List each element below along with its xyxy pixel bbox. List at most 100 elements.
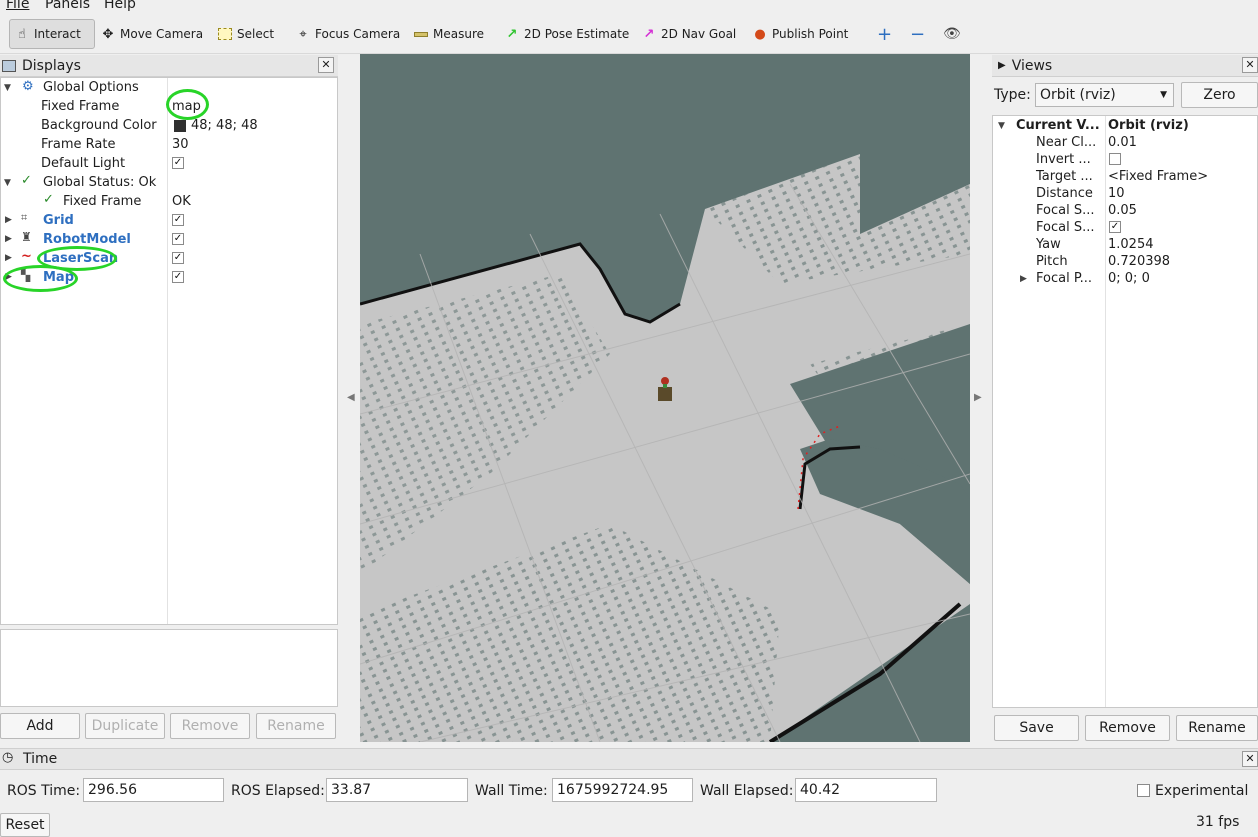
toolbar: ☝ Interact ✥ Move Camera Select ⌖ Focus Cam…: [0, 14, 1258, 54]
column-divider: [167, 78, 168, 624]
ros-elapsed-field[interactable]: 33.87: [326, 778, 468, 802]
wall-time-label: Wall Time:: [475, 783, 548, 799]
views-panel-header: ▶ Views ✕: [992, 55, 1258, 77]
remove-view-button[interactable]: Remove: [1085, 715, 1170, 741]
camera-icon: ▶: [998, 60, 1006, 71]
views-close-button[interactable]: ✕: [1242, 57, 1258, 73]
ruler-icon: [414, 31, 428, 37]
view-type-label: Type:: [994, 87, 1031, 103]
checkmark-icon: ✓: [21, 173, 32, 188]
background-color-label: Background Color: [41, 118, 157, 133]
magenta-arrow-icon: ↗: [643, 26, 655, 42]
eye-icon[interactable]: 👁: [938, 19, 966, 49]
displays-close-button[interactable]: ✕: [318, 57, 334, 73]
column-divider: [1105, 116, 1106, 707]
focus-camera-label: Focus Camera: [315, 27, 401, 41]
checkmark-icon: ✓: [43, 192, 54, 207]
ros-elapsed-label: ROS Elapsed:: [231, 783, 325, 799]
global-status-item[interactable]: Global Status: Ok: [43, 173, 156, 192]
map-highlight-circle: [3, 265, 78, 292]
collapse-arrow-icon[interactable]: ▶: [5, 234, 12, 244]
zero-button[interactable]: Zero: [1181, 82, 1258, 108]
view-type-select[interactable]: Orbit (rviz) ▼: [1035, 83, 1174, 107]
focal-shape-size-value[interactable]: 0.05: [1108, 201, 1137, 220]
collapse-arrow-icon[interactable]: ▶: [5, 215, 12, 225]
interact-label: Interact: [34, 27, 81, 41]
experimental-label: Experimental: [1155, 783, 1249, 799]
pose-estimate-label: 2D Pose Estimate: [524, 27, 630, 41]
select-rect-icon: [218, 28, 232, 40]
display-description-box: [0, 629, 338, 707]
rename-display-button[interactable]: Rename: [256, 713, 336, 739]
add-tool-icon[interactable]: +: [872, 19, 897, 49]
focal-point-value[interactable]: 0; 0; 0: [1108, 269, 1150, 288]
monitor-icon: [2, 59, 16, 72]
status-fixed-frame-label: Fixed Frame: [63, 194, 142, 209]
color-swatch[interactable]: [174, 120, 186, 132]
save-view-button[interactable]: Save: [994, 715, 1079, 741]
background-color-value[interactable]: 48; 48; 48: [191, 116, 258, 135]
ros-time-label: ROS Time:: [7, 783, 81, 799]
grid-icon: ⌗: [21, 211, 28, 224]
focal-shape-fixed-checkbox[interactable]: ✓: [1109, 221, 1121, 233]
frame-rate-value[interactable]: 30: [172, 135, 189, 154]
measure-button[interactable]: Measure: [409, 19, 489, 49]
ros-time-field[interactable]: 296.56: [83, 778, 224, 802]
time-panel-header: ◷ Time ✕: [0, 748, 1258, 770]
remove-display-button[interactable]: Remove: [170, 713, 250, 739]
global-options-item[interactable]: Global Options: [43, 78, 139, 97]
views-title: Views: [1011, 57, 1053, 74]
select-label: Select: [237, 27, 275, 41]
measure-label: Measure: [433, 27, 484, 41]
menu-bar: File Panels Help: [0, 0, 1258, 14]
pose-estimate-button[interactable]: ↗ 2D Pose Estimate: [500, 19, 634, 49]
collapse-right-icon[interactable]: ▶: [974, 392, 982, 403]
nav-goal-button[interactable]: ↗ 2D Nav Goal: [637, 19, 741, 49]
fixed-frame-label: Fixed Frame: [41, 99, 120, 114]
gear-icon: ⚙: [22, 79, 34, 94]
menu-help[interactable]: Help: [104, 0, 136, 12]
grid-display-item[interactable]: Grid: [43, 211, 74, 230]
laser-scan-icon: ~: [21, 249, 32, 264]
status-fixed-frame-value: OK: [172, 194, 191, 209]
menu-panels[interactable]: Panels: [45, 0, 90, 12]
default-light-label: Default Light: [41, 156, 126, 171]
expand-arrow-icon[interactable]: ▼: [4, 178, 11, 188]
invert-z-checkbox[interactable]: [1109, 153, 1121, 165]
wall-elapsed-field[interactable]: 40.42: [795, 778, 937, 802]
select-button[interactable]: Select: [213, 19, 279, 49]
collapse-arrow-icon[interactable]: ▶: [5, 253, 12, 263]
remove-tool-icon[interactable]: −: [905, 19, 930, 49]
expand-arrow-icon[interactable]: ▼: [998, 121, 1005, 131]
laser-scan-checkbox[interactable]: ✓: [172, 252, 184, 264]
add-display-button[interactable]: Add: [0, 713, 80, 739]
near-clip-value[interactable]: 0.01: [1108, 133, 1137, 152]
default-light-checkbox[interactable]: ✓: [172, 157, 184, 169]
collapse-arrow-icon[interactable]: ▶: [1020, 274, 1027, 284]
3d-viewport[interactable]: [360, 54, 970, 742]
robot-model-checkbox[interactable]: ✓: [172, 233, 184, 245]
wall-elapsed-label: Wall Elapsed:: [700, 783, 794, 799]
map-checkbox[interactable]: ✓: [172, 271, 184, 283]
interact-tool-button[interactable]: ☝ Interact: [9, 19, 95, 49]
collapse-left-icon[interactable]: ◀: [347, 392, 355, 403]
view-properties-tree: ▼ Current V... Orbit (rviz) Near Cl... 0…: [992, 115, 1258, 708]
move-camera-button[interactable]: ✥ Move Camera: [96, 19, 208, 49]
fps-readout: 31 fps: [1196, 814, 1240, 830]
focus-camera-button[interactable]: ⌖ Focus Camera: [291, 19, 405, 49]
hand-pointer-icon: ☝: [18, 26, 26, 42]
menu-file[interactable]: File: [6, 0, 29, 12]
rename-view-button[interactable]: Rename: [1176, 715, 1258, 741]
duplicate-display-button[interactable]: Duplicate: [85, 713, 165, 739]
experimental-checkbox[interactable]: [1137, 784, 1150, 797]
publish-point-button[interactable]: ● Publish Point: [748, 19, 853, 49]
time-close-button[interactable]: ✕: [1242, 751, 1258, 767]
displays-tree: ▼ ⚙ Global Options Fixed Frame map Backg…: [0, 77, 338, 625]
expand-arrow-icon[interactable]: ▼: [4, 83, 11, 93]
wall-time-field[interactable]: 1675992724.95: [552, 778, 693, 802]
move-camera-icon: ✥: [102, 26, 114, 42]
crosshair-icon: ⌖: [299, 26, 307, 42]
reset-button[interactable]: Reset: [0, 813, 50, 837]
grid-checkbox[interactable]: ✓: [172, 214, 184, 226]
time-title: Time: [23, 751, 58, 767]
